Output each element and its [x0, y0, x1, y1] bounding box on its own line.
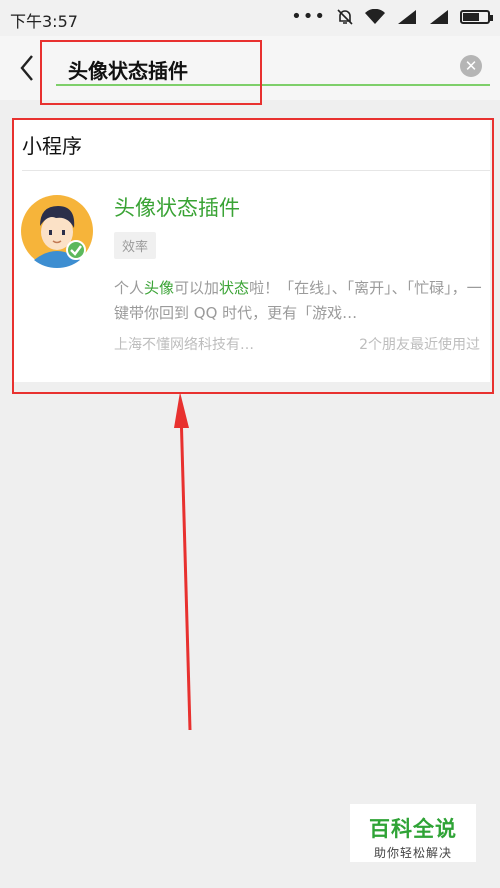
annotation-box-result [12, 118, 494, 394]
annotation-box-search [40, 40, 262, 105]
close-circle-icon: ✕ [464, 57, 478, 75]
more-dots-icon: ••• [291, 6, 326, 27]
status-bar: 下午3:57 ••• [0, 0, 500, 36]
watermark: 百科全说 助你轻松解决 [350, 804, 476, 862]
clear-search-button[interactable]: ✕ [460, 55, 482, 77]
mute-bell-icon [337, 9, 353, 25]
status-time: 下午3:57 [10, 12, 78, 31]
back-button[interactable] [14, 50, 42, 86]
watermark-title: 百科全说 [369, 817, 457, 841]
battery-icon [460, 10, 493, 24]
watermark-subtitle: 助你轻松解决 [373, 846, 452, 860]
status-icons: ••• [291, 6, 493, 27]
signal-icon-2 [430, 10, 448, 24]
signal-icon [398, 10, 416, 24]
wifi-icon [365, 9, 385, 24]
